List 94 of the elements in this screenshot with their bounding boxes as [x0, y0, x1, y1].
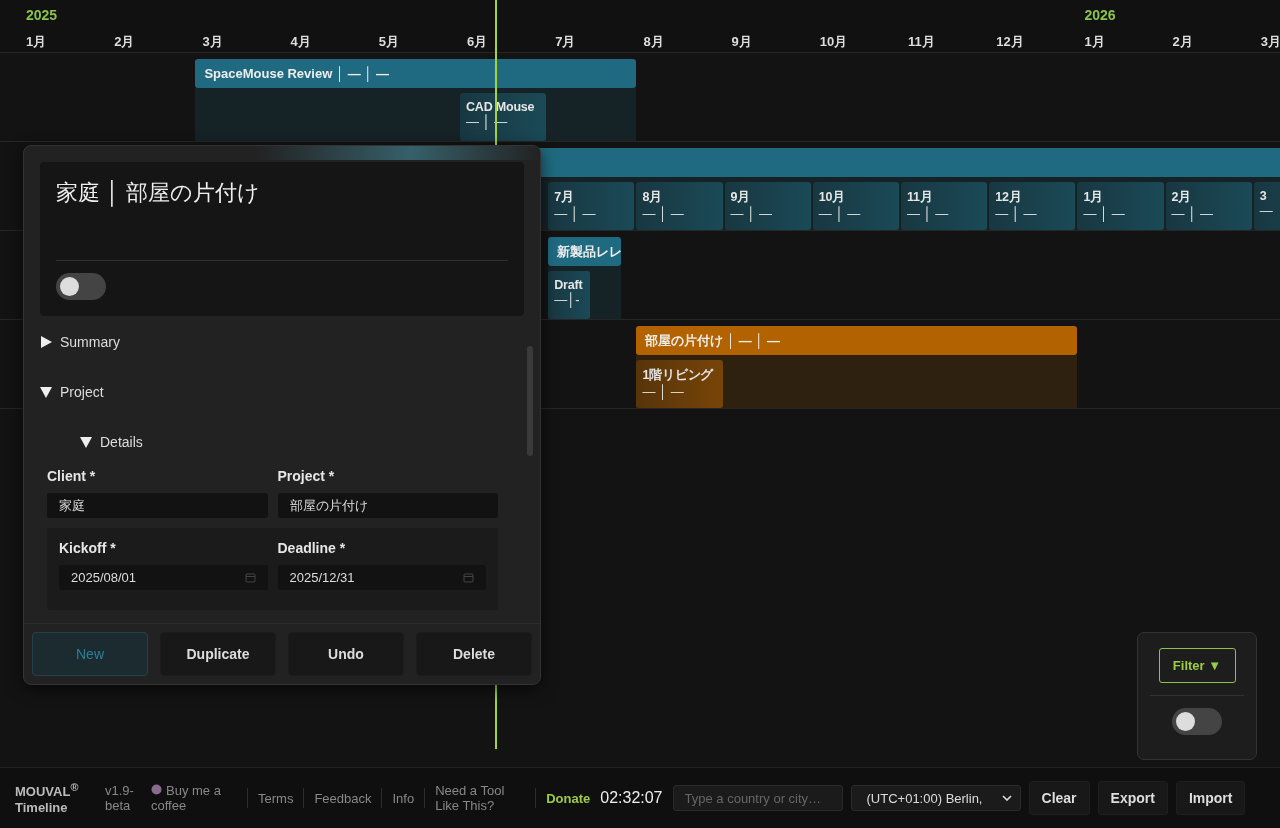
sub-item-dates: — │ —: [818, 206, 862, 221]
year-label: 2026: [1084, 7, 1116, 23]
text-field[interactable]: 家庭: [47, 493, 268, 518]
sub-item-block[interactable]: 1階リビング — │ —: [636, 360, 723, 408]
month-label: 3月: [202, 33, 223, 51]
month-label: 5月: [378, 33, 400, 51]
field-label: Deadline *: [277, 540, 347, 556]
timeline-bar[interactable]: SpaceMouse Review │ — │ —: [195, 59, 637, 88]
dialog-button[interactable]: Delete: [416, 632, 532, 676]
sub-item-block[interactable]: 10月 — │ —: [812, 182, 899, 230]
month-label: 8月: [643, 33, 664, 51]
sub-item-dates: — │ —: [642, 384, 685, 399]
sub-item-dates: — │ —: [554, 206, 597, 221]
timeline-bar[interactable]: 部屋の片付け │ — │ —: [636, 326, 1078, 355]
chevron-icon: [1001, 795, 1012, 802]
timeline-bar[interactable]: 新製品レレ: [548, 237, 621, 266]
toggle-switch[interactable]: [56, 273, 106, 300]
section-title[interactable]: Summary: [60, 334, 120, 350]
sub-item-title: 8月: [642, 189, 663, 206]
footer-link[interactable]: Feedback: [314, 790, 372, 806]
coffee-link[interactable]: Buy me a coffee: [151, 783, 237, 814]
month-label: 2月: [114, 33, 135, 51]
sub-item-title: Draft: [554, 278, 584, 292]
date-field[interactable]: 2025/08/01: [59, 565, 268, 590]
footer-link[interactable]: Need a Tool Like This?: [435, 783, 526, 814]
disclosure-triangle-icon[interactable]: [80, 436, 92, 448]
year-label: 2025: [26, 7, 58, 23]
coffee-icon: [151, 784, 162, 796]
sub-item-title: 7月: [554, 189, 575, 206]
sub-item-title: 10月: [818, 189, 847, 206]
field-label: Kickoff *: [59, 540, 117, 556]
text-field[interactable]: 部屋の片付け: [277, 493, 498, 518]
field-label: Project *: [277, 468, 336, 484]
clock: 02:32:07: [600, 789, 663, 808]
sub-item-block[interactable]: 7月 — │ —: [548, 182, 635, 230]
month-label: 1月: [26, 33, 47, 51]
sub-item-block[interactable]: 9月 — │ —: [724, 182, 811, 230]
calendar-icon: [244, 572, 256, 583]
sub-item-dates: — │ —: [730, 206, 773, 221]
date-field[interactable]: 2025/12/31: [277, 565, 486, 590]
sub-item-title: 3: [1259, 189, 1268, 203]
sub-item-title: 11月: [907, 189, 934, 206]
month-label: 2月: [1172, 33, 1193, 51]
sub-item-block[interactable]: 2月 — │ —: [1165, 182, 1252, 230]
month-label: 4月: [290, 33, 311, 51]
brand-name: MOUVAL$^{®}$: [15, 781, 80, 800]
sub-item-dates: —: [1259, 203, 1274, 218]
sub-item-block[interactable]: 8月 — │ —: [636, 182, 723, 230]
section-title[interactable]: Project: [60, 384, 104, 400]
location-search-field[interactable]: Type a country or city…: [672, 785, 843, 812]
disclosure-triangle-icon[interactable]: [40, 386, 52, 398]
month-label: 3月: [1260, 33, 1280, 51]
footer-button[interactable]: Export: [1097, 781, 1168, 816]
footer-link[interactable]: Info: [392, 790, 415, 806]
field-label: Client *: [47, 468, 97, 484]
sub-item-dates: — │ —: [1083, 206, 1126, 221]
sub-item-block[interactable]: 12月 — │ —: [989, 182, 1076, 230]
sub-item-title: 12月: [995, 189, 1023, 206]
filter-button[interactable]: Filter ▼: [1158, 648, 1236, 683]
dialog-button[interactable]: Duplicate: [160, 632, 276, 676]
sub-item-dates: — │ —: [642, 206, 685, 221]
timezone-select[interactable]: (UTC+01:00) Berlin,: [850, 785, 1021, 812]
month-label: 10月: [819, 33, 848, 51]
toggle-switch[interactable]: [1172, 708, 1222, 735]
dialog-button[interactable]: Undo: [288, 632, 404, 676]
sub-item-title: 1月: [1083, 189, 1104, 206]
calendar-icon: [463, 572, 474, 583]
sub-item-title: 1階リビング: [642, 367, 715, 384]
sub-item-dates: — │ —: [995, 206, 1038, 221]
sub-item-title: CAD Mouse: [466, 100, 536, 114]
donate-link[interactable]: Donate: [546, 790, 591, 806]
version-label: v1.9-beta: [105, 783, 135, 814]
month-label: 1月: [1084, 33, 1105, 51]
sub-item-dates: —│-: [554, 292, 581, 307]
footer-link[interactable]: Terms: [258, 790, 294, 806]
sub-item-title: 9月: [730, 189, 752, 206]
footer-button[interactable]: Import: [1175, 781, 1246, 816]
product-name: Timeline: [15, 799, 69, 815]
sub-item-dates: — │ —: [1171, 206, 1214, 221]
sub-item-block[interactable]: 3 —: [1253, 182, 1280, 230]
sub-item-title: 2月: [1171, 189, 1193, 206]
disclosure-triangle-icon[interactable]: [40, 336, 52, 348]
section-title[interactable]: Details: [100, 434, 143, 450]
sub-item-block[interactable]: 11月 — │ —: [901, 182, 988, 230]
sub-item-block[interactable]: 1月 — │ —: [1077, 182, 1164, 230]
month-label: 12月: [996, 33, 1024, 51]
month-label: 9月: [731, 33, 752, 51]
sub-item-dates: — │ —: [907, 206, 950, 221]
footer-button[interactable]: Clear: [1028, 781, 1090, 816]
month-label: 11月: [908, 33, 935, 51]
dialog-title: 家庭 │ 部屋の片付け: [56, 179, 261, 209]
month-label: 6月: [467, 33, 488, 51]
sub-item-block[interactable]: Draft —│-: [548, 271, 591, 319]
month-label: 7月: [555, 33, 576, 51]
